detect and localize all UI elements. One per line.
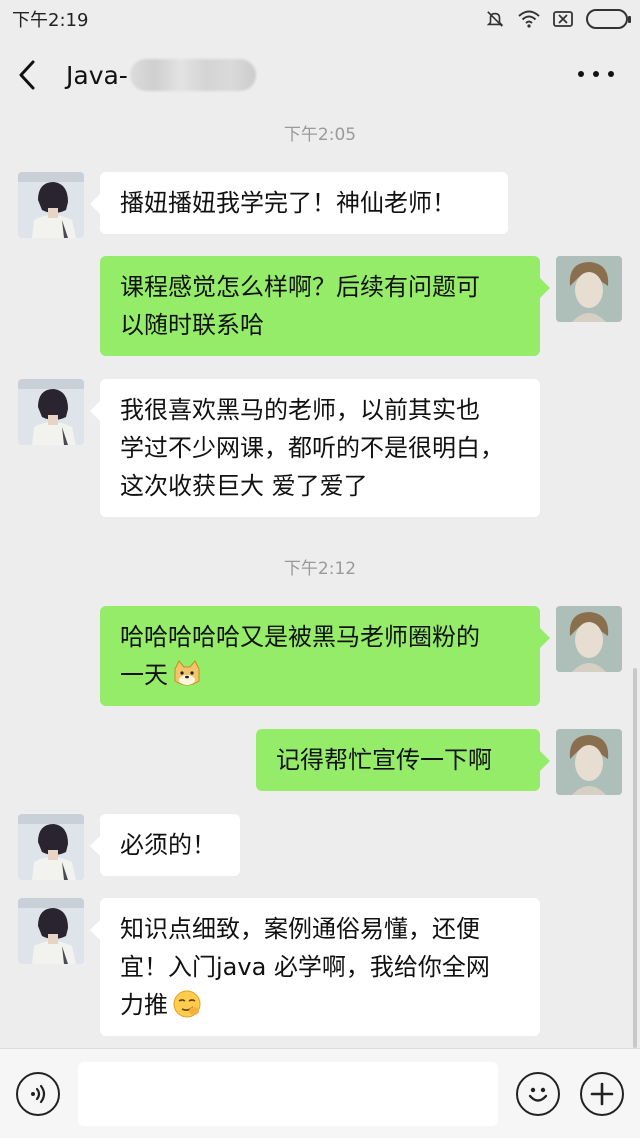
vintage-woman-avatar-icon: [556, 256, 622, 322]
more-dot-icon: [578, 71, 584, 77]
more-options-button[interactable]: [578, 62, 614, 86]
battery-icon: [586, 9, 631, 29]
avatar-other[interactable]: [18, 379, 84, 445]
chevron-left-icon: [19, 60, 35, 90]
anime-boy-avatar-icon: [18, 379, 84, 445]
timestamp: 下午2:12: [283, 559, 357, 579]
emoji-face-icon: [528, 1087, 548, 1102]
chat-title-wrap: Java-: [66, 59, 256, 91]
avatar-self[interactable]: [556, 256, 622, 322]
anime-boy-avatar-icon: [18, 814, 84, 880]
avatar-other[interactable]: [18, 172, 84, 238]
message-bubble-other[interactable]: 知识点细致，案例通俗易懂，还便 宜！入门java 必学啊，我给你全网 力推: [90, 898, 540, 1036]
voice-icon: [31, 1084, 46, 1103]
avatar-self[interactable]: [556, 729, 622, 795]
mute-bell-icon: [486, 11, 504, 27]
voice-button[interactable]: [16, 1071, 60, 1116]
timestamp: 下午2:05: [283, 125, 357, 145]
doge-emoji-icon: [174, 660, 200, 686]
more-dot-icon: [608, 71, 614, 77]
anime-boy-avatar-icon: [18, 898, 84, 964]
chat-messages[interactable]: 下午2:05 播妞播妞我学完了！神仙老师！ 课程感觉怎么样啊？后续有问题可 以随…: [0, 112, 640, 1048]
vintage-woman-avatar-icon: [556, 606, 622, 672]
avatar-other[interactable]: [18, 898, 84, 964]
vintage-woman-avatar-icon: [556, 729, 622, 795]
message-bubble-other[interactable]: 我很喜欢黑马的老师，以前其实也 学过不少网课，都听的不是很明白， 这次收获巨大 …: [90, 379, 540, 517]
more-dot-icon: [593, 71, 599, 77]
avatar-other[interactable]: [18, 814, 84, 880]
smirk-emoji-icon: [173, 990, 201, 1018]
emoji-button[interactable]: [516, 1071, 560, 1116]
message-bubble-self[interactable]: 哈哈哈哈哈又是被黑马老师圈粉的 一天: [100, 606, 550, 706]
status-bar: 下午2:19: [0, 0, 640, 38]
message-bubble-self[interactable]: 记得帮忙宣传一下啊: [256, 729, 550, 791]
back-button[interactable]: [16, 55, 56, 95]
status-time: 下午2:19: [12, 10, 89, 31]
message-input[interactable]: [78, 1061, 498, 1126]
chat-scrollbar[interactable]: [633, 668, 637, 1048]
plus-icon: [590, 1082, 614, 1105]
no-sim-icon: [553, 11, 573, 27]
message-bubble-other[interactable]: 播妞播妞我学完了！神仙老师！: [90, 172, 508, 234]
anime-boy-avatar-icon: [18, 172, 84, 238]
more-functions-button[interactable]: [580, 1071, 624, 1116]
status-icons: [484, 9, 631, 29]
chat-title: Java-: [66, 60, 128, 90]
blurred-title-text: [129, 59, 256, 91]
message-bubble-self[interactable]: 课程感觉怎么样啊？后续有问题可 以随时联系哈: [100, 256, 550, 356]
message-bubble-other[interactable]: 必须的！: [90, 814, 240, 876]
wifi-icon: [518, 10, 540, 28]
avatar-self[interactable]: [556, 606, 622, 672]
chat-header: Java-: [0, 38, 640, 112]
input-bar: [0, 1048, 640, 1138]
